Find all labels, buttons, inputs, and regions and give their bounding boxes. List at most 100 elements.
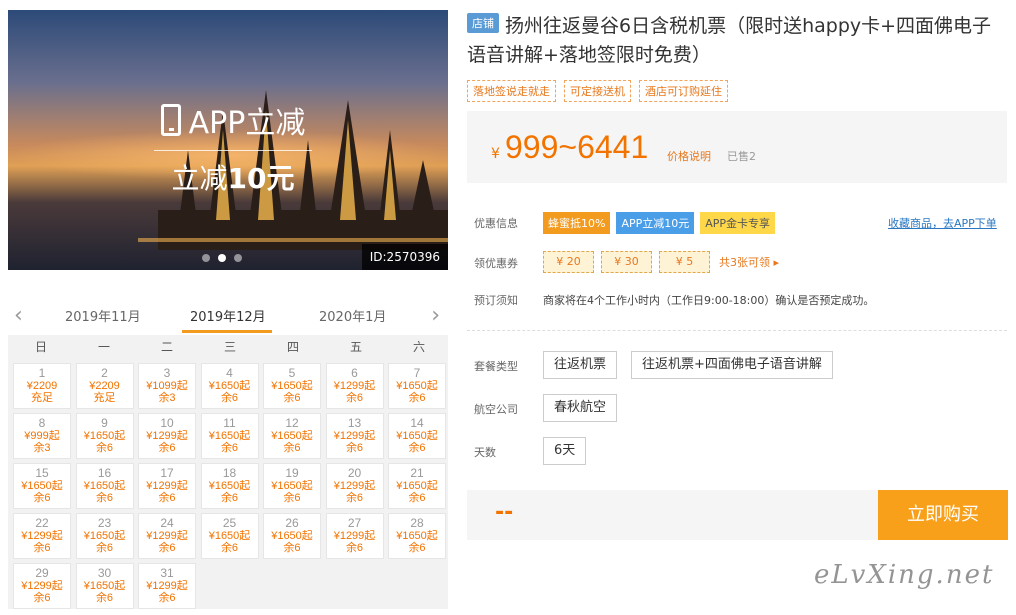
calendar-day-cell[interactable]: 25 ¥1650起 余6 <box>200 513 259 559</box>
calendar-day-stock: 余6 <box>158 592 176 604</box>
calendar-day-cell[interactable]: 20 ¥1299起 余6 <box>325 463 384 509</box>
calendar-day-cell[interactable]: 14 ¥1650起 余6 <box>388 413 446 459</box>
calendar-day-cell[interactable]: 8 ¥999起 余3 <box>13 413 71 459</box>
days-option[interactable]: 6天 <box>543 437 587 465</box>
tag-hotel: 酒店可订购延住 <box>639 80 728 102</box>
calendar-day-cell[interactable]: 18 ¥1650起 余6 <box>200 463 259 509</box>
discount-badges: 蜂蜜抵10% APP立减10元 APP金卡专享 <box>543 212 776 234</box>
product-page: APP立减 立减10元 ID:2570396 ‹ 2019年11月 2019年1… <box>0 0 1016 615</box>
package-option-roundtrip-audio[interactable]: 往返机票+四面佛电子语音讲解 <box>631 351 833 379</box>
month-tab-prev[interactable]: 2019年11月 <box>65 306 141 325</box>
product-title-block: 店铺 扬州往返曼谷6日含税机票（限时送happy卡+四面佛电子语音讲解+落地签限时… <box>467 12 1007 70</box>
section-divider <box>467 330 1007 331</box>
coupon-5[interactable]: ¥ 5 <box>659 251 710 273</box>
calendar-day-cell[interactable]: 26 ¥1650起 余6 <box>263 513 321 559</box>
calendar-day-cell[interactable]: 27 ¥1299起 余6 <box>325 513 384 559</box>
calendar-day-cell[interactable]: 6 ¥1299起 余6 <box>325 363 384 409</box>
weekday-label: 一 <box>97 340 110 354</box>
tag-transfer: 可定接送机 <box>564 80 631 102</box>
calendar-day-price: ¥1299起 <box>21 580 63 592</box>
calendar-day-cell[interactable]: 2 ¥2209 充足 <box>75 363 134 409</box>
carousel-dot[interactable] <box>234 254 242 262</box>
store-badge: 店铺 <box>467 13 499 33</box>
calendar-day-price: ¥1299起 <box>146 580 188 592</box>
calendar-day-price: ¥2209 <box>89 380 120 392</box>
calendar-day-price: ¥1099起 <box>146 380 188 392</box>
calendar-day-cell[interactable]: 19 ¥1650起 余6 <box>263 463 321 509</box>
calendar-day-number: 11 <box>223 416 236 430</box>
calendar-day-price: ¥1650起 <box>396 530 438 542</box>
calendar-day-cell[interactable]: 10 ¥1299起 余6 <box>138 413 196 459</box>
calendar-day-cell[interactable]: 28 ¥1650起 余6 <box>388 513 446 559</box>
calendar-day-price: ¥1650起 <box>271 380 313 392</box>
month-tab-next[interactable]: 2020年1月 <box>319 306 386 325</box>
price-range: 999~6441 <box>505 129 649 165</box>
tag-visa: 落地签说走就走 <box>467 80 556 102</box>
buy-now-button[interactable]: 立即购买 <box>878 490 1008 540</box>
calendar-day-stock: 余6 <box>345 442 364 454</box>
calendar-day-cell[interactable]: 15 ¥1650起 余6 <box>13 463 71 509</box>
carousel-dot[interactable] <box>202 254 210 262</box>
booking-notice: 商家将在4个工作小时内（工作日9:00-18:00）确认是否预定成功。 <box>543 294 875 307</box>
calendar-day-cell[interactable]: 31 ¥1299起 余6 <box>138 563 196 609</box>
calendar-day-price: ¥1299起 <box>21 530 63 542</box>
chevron-left-icon[interactable]: ‹ <box>14 303 23 328</box>
calendar-day-number: 13 <box>347 416 362 430</box>
calendar-day-number: 18 <box>222 466 237 480</box>
favorite-link[interactable]: 收藏商品，去APP下单 <box>888 215 997 231</box>
phone-icon <box>160 104 181 136</box>
price-note-link[interactable]: 价格说明 <box>667 148 711 164</box>
calendar-day-cell[interactable]: 21 ¥1650起 余6 <box>388 463 446 509</box>
calendar-day-cell[interactable]: 30 ¥1650起 余6 <box>75 563 134 609</box>
coupon-20[interactable]: ¥ 20 <box>543 251 594 273</box>
calendar-day-cell[interactable]: 17 ¥1299起 余6 <box>138 463 196 509</box>
calendar-day-number: 5 <box>288 366 296 380</box>
notice-label: 预订须知 <box>474 294 518 307</box>
calendar-day-number: 15 <box>35 466 49 480</box>
calendar-day-price: ¥1299起 <box>146 430 188 442</box>
calendar-day-cell[interactable]: 4 ¥1650起 余6 <box>200 363 259 409</box>
calendar-day-price: ¥1299起 <box>333 480 376 492</box>
promo-amount: 10元 <box>227 162 295 195</box>
calendar-day-cell[interactable]: 3 ¥1099起 余3 <box>138 363 196 409</box>
calendar-day-number: 30 <box>97 566 112 580</box>
calendar-day-cell[interactable]: 11 ¥1650起 余6 <box>200 413 259 459</box>
calendar-day-stock: 余6 <box>408 392 426 404</box>
chevron-right-icon[interactable]: › <box>431 303 440 328</box>
calendar-day-price: ¥1650起 <box>83 580 126 592</box>
calendar-day-cell[interactable]: 23 ¥1650起 余6 <box>75 513 134 559</box>
calendar-day-stock: 充足 <box>31 392 53 404</box>
promo-prefix: 立减 <box>171 162 228 195</box>
calendar-day-cell[interactable]: 9 ¥1650起 余6 <box>75 413 134 459</box>
calendar-day-cell[interactable]: 22 ¥1299起 余6 <box>13 513 71 559</box>
calendar-day-stock: 余6 <box>33 592 51 604</box>
calendar-day-cell[interactable]: 24 ¥1299起 余6 <box>138 513 196 559</box>
airline-option[interactable]: 春秋航空 <box>543 394 618 422</box>
carousel-dot-active[interactable] <box>218 254 226 262</box>
calendar-day-price: ¥1650起 <box>21 480 63 492</box>
calendar-day-stock: 余6 <box>220 542 239 554</box>
calendar-day-price: ¥1650起 <box>208 430 251 442</box>
calendar-day-cell[interactable]: 5 ¥1650起 余6 <box>263 363 321 409</box>
month-tab-current[interactable]: 2019年12月 <box>190 306 266 325</box>
package-option-roundtrip[interactable]: 往返机票 <box>543 351 618 379</box>
calendar-day-cell[interactable]: 29 ¥1299起 余6 <box>13 563 71 609</box>
calendar-day-price: ¥1650起 <box>208 480 251 492</box>
coupon-30[interactable]: ¥ 30 <box>601 251 652 273</box>
weekday-label: 二 <box>160 340 173 354</box>
calendar-day-price: ¥1650起 <box>396 430 438 442</box>
airline-label: 航空公司 <box>474 403 518 416</box>
badge-app-discount: APP立减10元 <box>616 212 695 234</box>
hero-image[interactable]: APP立减 立减10元 ID:2570396 <box>8 10 448 270</box>
coupon-more-link[interactable]: 共3张可领 ▸ <box>719 254 779 270</box>
calendar-day-number: 27 <box>347 516 362 530</box>
calendar-day-cell[interactable]: 13 ¥1299起 余6 <box>325 413 384 459</box>
calendar-day-cell[interactable]: 12 ¥1650起 余6 <box>263 413 321 459</box>
calendar-day-cell[interactable]: 1 ¥2209 充足 <box>13 363 71 409</box>
price-box: ¥ 999~6441 价格说明 已售2 <box>467 111 1007 183</box>
calendar-day-stock: 余6 <box>33 542 51 554</box>
calendar-day-price: ¥1650起 <box>271 430 313 442</box>
calendar-day-cell[interactable]: 16 ¥1650起 余6 <box>75 463 134 509</box>
calendar-day-cell[interactable]: 7 ¥1650起 余6 <box>388 363 446 409</box>
calendar-day-number: 28 <box>410 516 424 530</box>
